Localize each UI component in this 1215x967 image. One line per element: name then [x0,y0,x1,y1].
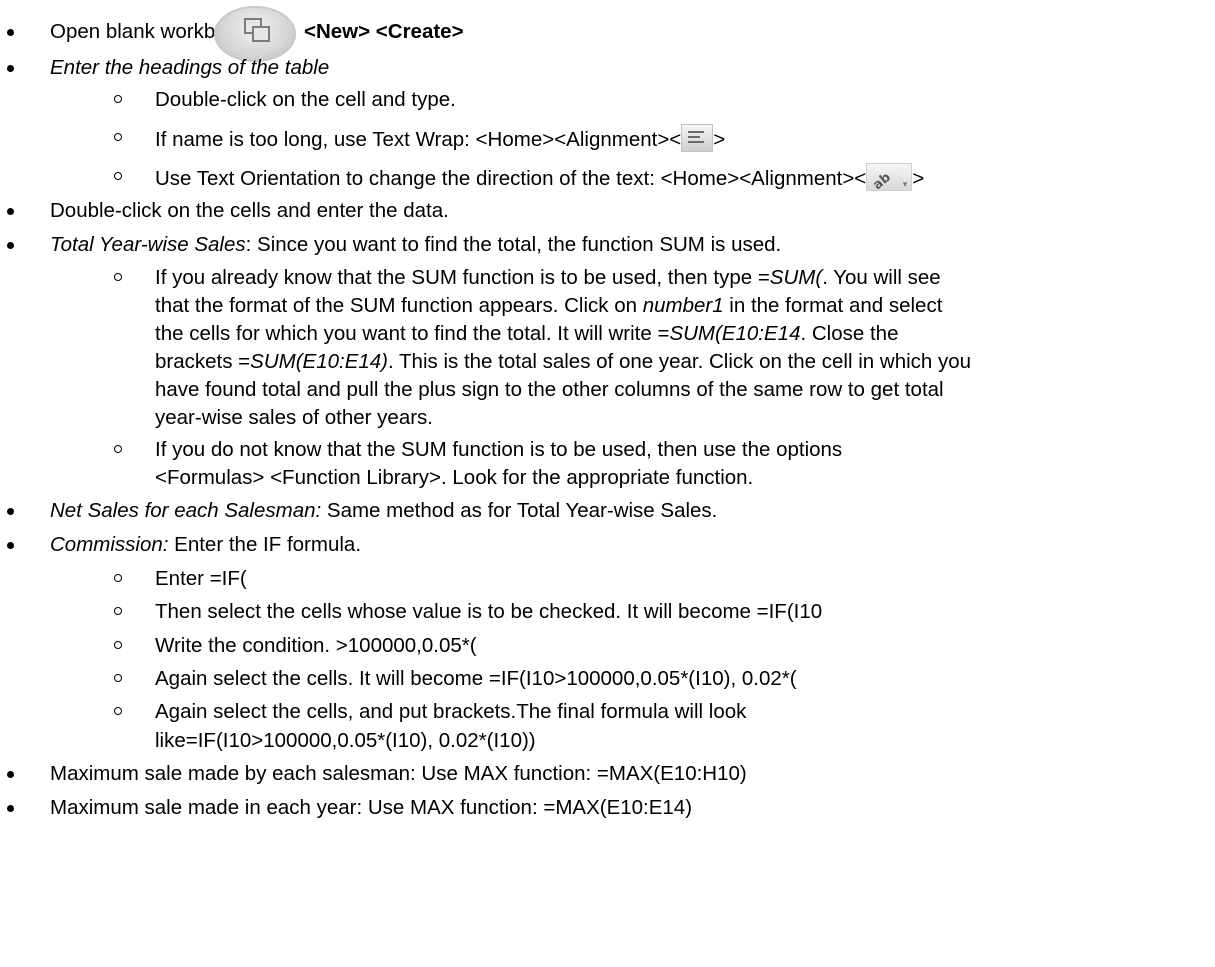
sub-bullet [114,707,122,715]
sub-bullet [114,607,122,615]
paragraph-line: brackets =SUM(E10:E14). This is the tota… [155,350,972,373]
sub-bullet [114,445,122,453]
paragraph-line: that the format of the SUM function appe… [155,294,943,317]
bullet [7,65,14,72]
paragraph-line: have found total and pull the plus sign … [155,378,944,401]
sub-item-sum-known: If you already know that the SUM functio… [0,264,1215,291]
sub-item-select-cells: Then select the cells whose value is to … [0,598,1215,625]
list-item-total-yearwise: Total Year-wise Sales: Since you want to… [0,231,1215,258]
item-text: Double-click on the cell and type. [155,88,456,111]
instruction-document: Open blank workbook. <New> <Create> Ente… [0,0,1215,967]
sub-bullet [114,95,122,103]
bullet [7,508,14,515]
item-text: Use Text Orientation to change the direc… [155,167,867,190]
wrap-text-icon [681,124,714,152]
sub-item-sum-unknown: If you do not know that the SUM function… [0,436,1215,463]
list-item-enter-data: Double-click on the cells and enter the … [0,197,1215,224]
sub-item-condition: Write the condition. >100000,0.05*( [0,632,1215,659]
item-text: Enter the IF formula. [168,533,362,556]
item-label: Total Year-wise Sales [50,233,246,256]
sub-bullet [114,574,122,582]
item-label: Net Sales for each Salesman: [50,499,322,522]
bullet [7,771,14,778]
list-item-commission: Commission: Enter the IF formula. [0,531,1215,558]
bullet [7,242,14,249]
sub-item-again-select: Again select the cells. It will become =… [0,665,1215,692]
list-item-net-sales: Net Sales for each Salesman: Same method… [0,497,1215,524]
list-item-headings: Enter the headings of the table [0,54,1215,81]
sub-bullet [114,641,122,649]
list-item-max-salesman: Maximum sale made by each salesman: Use … [0,760,1215,787]
sub-item-final-formula: Again select the cells, and put brackets… [0,698,1215,725]
item-label: Commission: [50,533,169,556]
sub-bullet [114,133,122,141]
sub-item-text-orientation: Use Text Orientation to change the direc… [0,163,1215,193]
sub-bullet [114,273,122,281]
item-text: Double-click on the cells and enter the … [50,199,449,222]
sub-item-double-click-cell: Double-click on the cell and type. [0,86,1215,113]
item-text: Enter the headings of the table [50,56,330,79]
new-create-command: <New> <Create> [304,20,464,43]
paragraph-line: the cells for which you want to find the… [155,322,899,345]
sub-item-enter-if: Enter =IF( [0,565,1215,592]
sub-bullet [114,674,122,682]
item-text: Same method as for Total Year-wise Sales… [321,499,718,522]
paragraph-line: like=IF(I10>100000,0.05*(I10), 0.02*(I10… [155,729,536,752]
paragraph-line: year-wise sales of other years. [155,406,434,429]
paragraph-line: <Formulas> <Function Library>. Look for … [155,466,754,489]
bullet [7,805,14,812]
sub-bullet [114,172,122,180]
bullet [7,208,14,215]
list-item-open-workbook: Open blank workbook. <New> <Create> [0,6,1215,62]
item-text: : Since you want to find the total, the … [245,233,782,256]
text-orientation-icon: ab ▾ [866,163,913,193]
sub-item-text-wrap: If name is too long, use Text Wrap: <Hom… [0,124,1215,152]
bullet [7,29,14,36]
list-item-max-year: Maximum sale made in each year: Use MAX … [0,794,1215,821]
item-text: If name is too long, use Text Wrap: <Hom… [155,128,682,151]
bullet [7,542,14,549]
